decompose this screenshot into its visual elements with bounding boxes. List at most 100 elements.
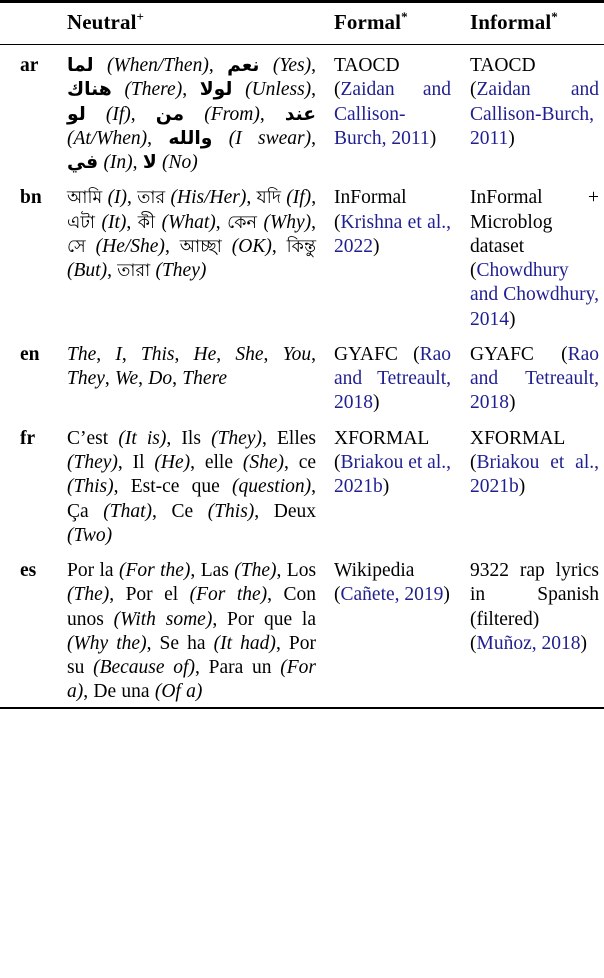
neutral-word: C’est — [67, 427, 109, 449]
column-header-neutral: Neutral+ — [50, 3, 322, 45]
column-header-formal-marker: * — [401, 9, 408, 24]
neutral-gloss: (That) — [103, 500, 152, 522]
neutral-gloss: (I swear) — [228, 127, 312, 149]
neutral-gloss: (There) — [124, 79, 183, 101]
neutral-gloss: (It) — [101, 211, 127, 233]
neutral-word: لولا — [199, 79, 233, 101]
neutral-word: কেন — [227, 212, 257, 233]
neutral-gloss: (OK) — [231, 235, 272, 257]
neutral-gloss: (I) — [107, 187, 128, 209]
formal-cell: Wikipedia (Cañete, 2019) — [334, 560, 450, 606]
neutral-gloss: (Because of) — [93, 657, 195, 679]
header-row: Neutral+ Formal* Informal* — [0, 3, 604, 45]
neutral-word: There — [182, 368, 228, 390]
language-code-fr: fr — [20, 427, 36, 449]
table-row: es Por la (For the), Las (The), Los (The)… — [0, 550, 604, 707]
neutral-word: Elles — [277, 427, 317, 449]
formal-dataset-name: Wikipedia — [334, 560, 415, 582]
neutral-gloss: (This) — [207, 500, 255, 522]
neutral-word: আমি — [67, 188, 103, 209]
formal-citation-link[interactable]: Krishna et al., 2022 — [334, 212, 451, 257]
neutral-word: He — [193, 343, 217, 365]
formal-cell: GYAFC (Rao and Tetreault, 2018) — [334, 343, 451, 414]
formal-cell: XFORMAL (Briakou et al., 2021b) — [334, 427, 451, 498]
neutral-gloss: (His/Her) — [170, 187, 247, 209]
neutral-word: Se ha — [159, 632, 206, 654]
neutral-gloss: (Of a) — [154, 681, 203, 703]
neutral-cell: আমি (I), তার (His/Her), যদি (If), এটা (I… — [67, 187, 317, 282]
neutral-gloss: (She) — [242, 451, 284, 473]
informal-citation-link[interactable]: Briakou et al., 2021b — [470, 452, 599, 497]
informal-citation-link[interactable]: Chowdhury and Chowdhury, 2014 — [470, 260, 599, 330]
column-header-neutral-label: Neutral — [67, 10, 137, 34]
neutral-gloss: (It had) — [213, 632, 276, 654]
neutral-word: Deux — [273, 500, 316, 522]
neutral-gloss: (If) — [286, 187, 312, 209]
neutral-gloss: (For the) — [118, 560, 191, 582]
informal-citation-link[interactable]: Muñoz, 2018 — [477, 633, 581, 654]
neutral-gloss: (Unless) — [245, 79, 312, 101]
formal-citation-link[interactable]: Briakou et al., 2021b — [334, 452, 451, 497]
informal-citation-link[interactable]: Zaidan and Callison-Burch, 2011 — [470, 79, 599, 149]
neutral-word: والله — [168, 127, 213, 149]
neutral-gloss: (For the) — [189, 584, 268, 606]
column-header-formal: Formal* — [322, 3, 456, 45]
neutral-word: কিন্তু — [286, 236, 317, 257]
informal-dataset-name: InFormal + Microblog dataset — [470, 187, 599, 257]
formal-dataset-name: XFORMAL — [334, 427, 429, 449]
formal-citation-link[interactable]: Cañete, 2019 — [341, 584, 444, 605]
neutral-gloss: (He/She) — [95, 235, 165, 257]
table-bottom-rule — [0, 706, 604, 709]
neutral-word: elle — [204, 451, 233, 473]
neutral-cell: The, I, This, He, She, You, They, We, Do… — [67, 343, 317, 390]
neutral-word: Para un — [208, 657, 272, 679]
neutral-word: কী — [137, 212, 156, 233]
neutral-word: সে — [67, 236, 86, 257]
neutral-gloss: (They) — [211, 427, 262, 449]
column-header-informal-marker: * — [551, 9, 558, 24]
formal-dataset-name: InFormal — [334, 187, 407, 209]
table-container: Neutral+ Formal* Informal* ar لما (When/T… — [0, 0, 604, 709]
neutral-word: Ce — [171, 500, 194, 522]
informal-cell: 9322 rap lyrics in Spanish (filtered) (M… — [470, 560, 599, 654]
formal-dataset-name: GYAFC — [334, 343, 398, 365]
informal-dataset-name: GYAFC — [470, 343, 534, 365]
neutral-gloss: (This) — [67, 476, 114, 498]
neutral-word: You — [282, 343, 312, 365]
language-code-en: en — [20, 343, 40, 365]
neutral-gloss: (They) — [155, 260, 207, 282]
neutral-gloss: (No) — [162, 152, 198, 174]
neutral-word: They — [67, 368, 105, 390]
neutral-cell: لما (When/Then), نعم (Yes), هناك (There)… — [67, 55, 317, 174]
neutral-word: لما — [67, 55, 94, 76]
neutral-word: لو — [67, 103, 86, 125]
neutral-word: في — [67, 152, 99, 174]
table-row: fr C’est (It is), Ils (They), Elles (They… — [0, 418, 604, 550]
neutral-gloss: (What) — [161, 211, 216, 233]
table-row: bn আমি (I), তার (His/Her), যদি (If), এটা … — [0, 177, 604, 334]
informal-dataset-name: XFORMAL — [470, 427, 565, 449]
neutral-word: তারা — [117, 261, 151, 282]
neutral-gloss: (From) — [204, 103, 260, 125]
table-row: en The, I, This, He, She, You, They, We, … — [0, 334, 604, 418]
neutral-gloss: (At/When) — [67, 127, 148, 149]
neutral-word: Ils — [181, 427, 201, 449]
neutral-gloss: (With some) — [113, 608, 213, 630]
neutral-word: ce — [298, 451, 317, 473]
neutral-gloss: (But) — [67, 260, 108, 282]
neutral-word: Por que la — [227, 608, 316, 630]
informal-cell: GYAFC (Rao and Tetreault, 2018) — [470, 343, 599, 414]
neutral-word: তার — [137, 188, 166, 209]
neutral-word: She — [235, 343, 264, 365]
neutral-word: We — [115, 368, 139, 390]
neutral-gloss: (question) — [232, 476, 312, 498]
neutral-word: যদি — [256, 188, 281, 209]
column-header-neutral-marker: + — [136, 9, 145, 24]
formal-citation-link[interactable]: Zaidan and Callison-Burch, 2011 — [334, 79, 451, 149]
neutral-word: Los — [286, 560, 317, 582]
neutral-gloss: (He) — [154, 451, 191, 473]
neutral-word: هناك — [67, 79, 112, 101]
informal-dataset-name: 9322 rap lyrics in Spanish (filtered) — [470, 560, 599, 630]
neutral-word: De una — [93, 681, 150, 703]
neutral-gloss: (Why) — [263, 211, 312, 233]
